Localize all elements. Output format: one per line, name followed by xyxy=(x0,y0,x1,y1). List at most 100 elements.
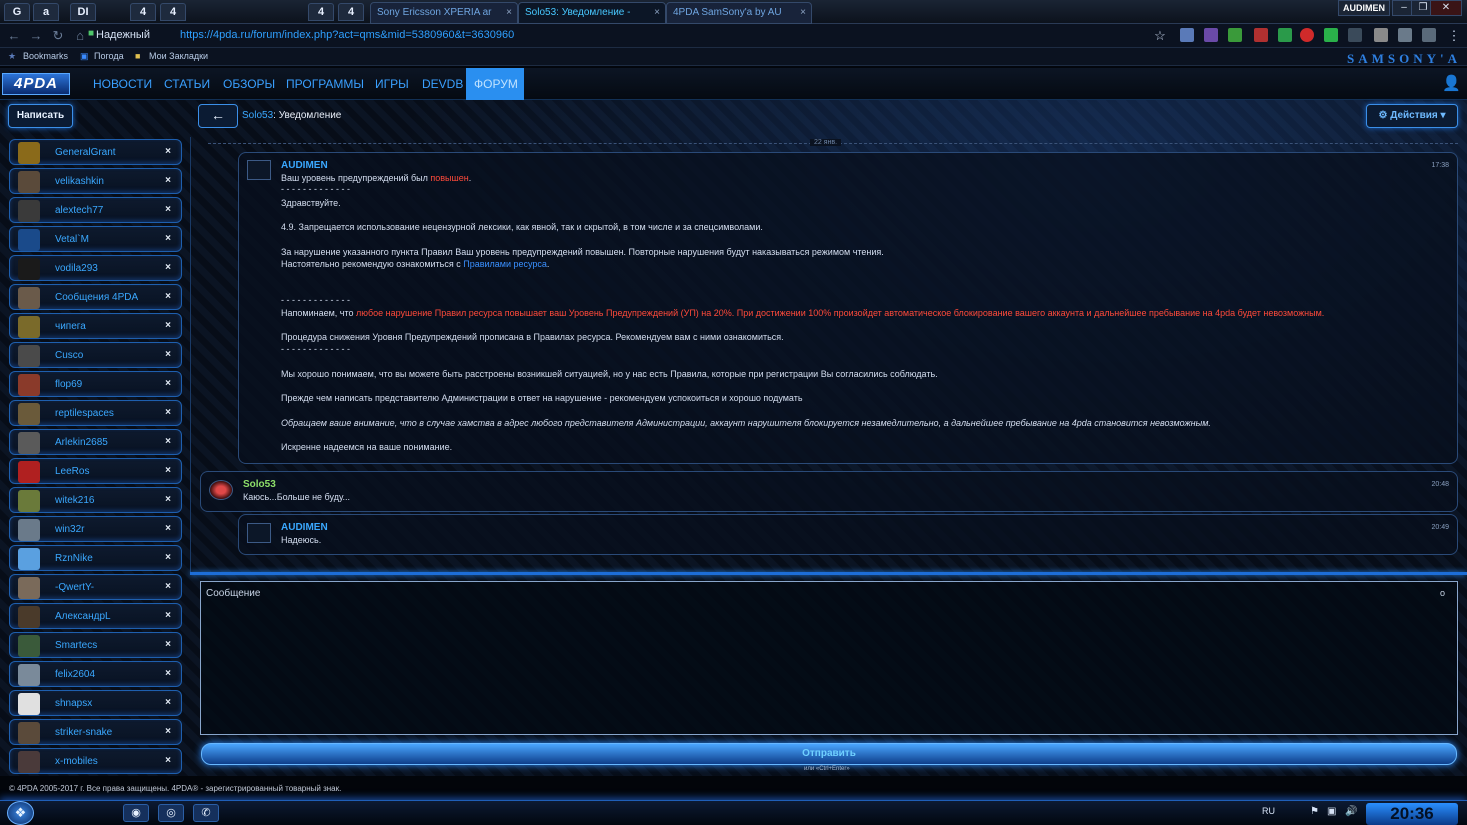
actions-button[interactable]: ⚙ Действия ▾ xyxy=(1366,104,1458,128)
close-icon[interactable]: × xyxy=(165,494,171,505)
contact-name[interactable]: -QwertY- xyxy=(55,582,94,593)
contact-name[interactable]: witek216 xyxy=(55,495,94,506)
contact-name[interactable]: чипега xyxy=(55,321,86,332)
contact-item[interactable]: Arlekin2685 × xyxy=(9,429,182,455)
nav-games[interactable]: ИГРЫ xyxy=(367,68,417,100)
nav-devdb[interactable]: DEVDB xyxy=(414,68,471,100)
pinned-tab[interactable]: G xyxy=(4,3,30,21)
app-taskbar-icon[interactable]: ◎ xyxy=(158,804,184,822)
pinned-tab[interactable]: 4 xyxy=(338,3,364,21)
avatar[interactable] xyxy=(209,480,233,500)
contact-name[interactable]: x-mobiles xyxy=(55,756,98,767)
contact-name[interactable]: Arlekin2685 xyxy=(55,437,108,448)
contact-item[interactable]: vodila293 × xyxy=(9,255,182,281)
pinned-tab[interactable]: 4 xyxy=(130,3,156,21)
extension-icon[interactable] xyxy=(1324,28,1338,42)
clock[interactable]: 20:36 xyxy=(1366,803,1458,825)
pinned-tab[interactable]: DI xyxy=(70,3,96,21)
tab-close-icon[interactable]: × xyxy=(654,3,660,23)
back-icon[interactable]: ← xyxy=(6,28,22,44)
nav-reviews[interactable]: ОБЗОРЫ xyxy=(215,68,283,100)
message-input[interactable] xyxy=(200,581,1458,735)
contact-name[interactable]: АлександрL xyxy=(55,611,111,622)
contact-item[interactable]: Vetal`M × xyxy=(9,226,182,252)
extension-icon[interactable] xyxy=(1254,28,1268,42)
emoji-icon[interactable]: o xyxy=(1440,588,1445,598)
browser-tab-active[interactable]: Solo53: Уведомление - × xyxy=(518,2,666,24)
user-icon[interactable]: 👤 xyxy=(1442,76,1461,92)
extension-icon[interactable] xyxy=(1180,28,1194,42)
close-icon[interactable]: × xyxy=(165,378,171,389)
contact-item[interactable]: striker-snake × xyxy=(9,719,182,745)
network-icon[interactable]: ▣ xyxy=(1327,806,1336,817)
nav-news[interactable]: НОВОСТИ xyxy=(85,68,160,100)
pinned-tab[interactable]: 4 xyxy=(160,3,186,21)
contact-item[interactable]: witek216 × xyxy=(9,487,182,513)
language-indicator[interactable]: RU xyxy=(1262,806,1275,816)
close-icon[interactable]: × xyxy=(165,639,171,650)
tab-close-icon[interactable]: × xyxy=(800,3,806,23)
contact-name[interactable]: striker-snake xyxy=(55,727,112,738)
bookmark-item[interactable]: Мои Закладки xyxy=(149,51,208,61)
message-author[interactable]: AUDIMEN xyxy=(281,522,328,533)
close-icon[interactable]: × xyxy=(165,349,171,360)
message-author[interactable]: AUDIMEN xyxy=(281,160,328,171)
extension-icon[interactable] xyxy=(1204,28,1218,42)
contact-item[interactable]: Cusco × xyxy=(9,342,182,368)
contact-name[interactable]: win32r xyxy=(55,524,84,535)
close-icon[interactable]: × xyxy=(165,204,171,215)
contact-name[interactable]: alextech77 xyxy=(55,205,103,216)
extension-icon[interactable] xyxy=(1348,28,1362,42)
contact-name[interactable]: RznNike xyxy=(55,553,93,564)
site-logo[interactable]: 4PDA xyxy=(2,73,70,95)
menu-icon[interactable]: ⋮ xyxy=(1446,28,1462,44)
contact-item[interactable]: Сообщения 4PDA × xyxy=(9,284,182,310)
back-button[interactable]: ← xyxy=(198,104,238,128)
close-icon[interactable]: × xyxy=(165,755,171,766)
contact-item[interactable]: shnapsx × xyxy=(9,690,182,716)
browser-tab[interactable]: 4PDA SamSony'a by AU × xyxy=(666,2,812,24)
contact-item[interactable]: x-mobiles × xyxy=(9,748,182,774)
reload-icon[interactable]: ↻ xyxy=(50,28,66,44)
message-author[interactable]: Solo53 xyxy=(243,479,276,490)
start-button[interactable]: ❖ xyxy=(7,801,34,825)
home-icon[interactable]: ⌂ xyxy=(72,28,88,44)
contact-name[interactable]: flop69 xyxy=(55,379,82,390)
pinned-tab[interactable]: 4 xyxy=(308,3,334,21)
extension-icon[interactable] xyxy=(1374,28,1388,42)
contact-item[interactable]: RznNike × xyxy=(9,545,182,571)
contact-item[interactable]: velikashkin × xyxy=(9,168,182,194)
close-icon[interactable]: × xyxy=(165,581,171,592)
contact-name[interactable]: LeeRos xyxy=(55,466,89,477)
flag-icon[interactable]: ⚑ xyxy=(1310,806,1319,817)
forward-icon[interactable]: → xyxy=(28,28,44,44)
nav-forum[interactable]: ФОРУМ xyxy=(466,68,524,100)
close-icon[interactable]: × xyxy=(165,175,171,186)
close-icon[interactable]: × xyxy=(165,465,171,476)
contact-item[interactable]: АлександрL × xyxy=(9,603,182,629)
close-icon[interactable]: × xyxy=(165,697,171,708)
contact-name[interactable]: shnapsx xyxy=(55,698,92,709)
contact-item[interactable]: reptilespaces × xyxy=(9,400,182,426)
contact-item[interactable]: alextech77 × xyxy=(9,197,182,223)
close-icon[interactable]: × xyxy=(165,262,171,273)
contact-name[interactable]: Smartecs xyxy=(55,640,97,651)
contact-name[interactable]: Cusco xyxy=(55,350,83,361)
send-button[interactable]: Отправить xyxy=(201,743,1457,765)
star-icon[interactable]: ☆ xyxy=(1152,28,1168,44)
contact-name[interactable]: vodila293 xyxy=(55,263,98,274)
rules-link[interactable]: Правилами ресурса xyxy=(463,259,547,269)
close-icon[interactable]: × xyxy=(165,552,171,563)
contact-name[interactable]: felix2604 xyxy=(55,669,95,680)
avatar[interactable] xyxy=(247,160,271,180)
bookmark-item[interactable]: Погода xyxy=(94,51,124,61)
viber-taskbar-icon[interactable]: ✆ xyxy=(193,804,219,822)
tab-close-icon[interactable]: × xyxy=(506,3,512,23)
close-icon[interactable]: × xyxy=(165,233,171,244)
close-icon[interactable]: × xyxy=(165,726,171,737)
extension-icon[interactable] xyxy=(1300,28,1314,42)
contact-item[interactable]: чипега × xyxy=(9,313,182,339)
contact-name[interactable]: Vetal`M xyxy=(55,234,89,245)
profile-button[interactable]: AUDIMEN xyxy=(1338,0,1390,16)
thread-user[interactable]: Solo53 xyxy=(242,110,273,121)
